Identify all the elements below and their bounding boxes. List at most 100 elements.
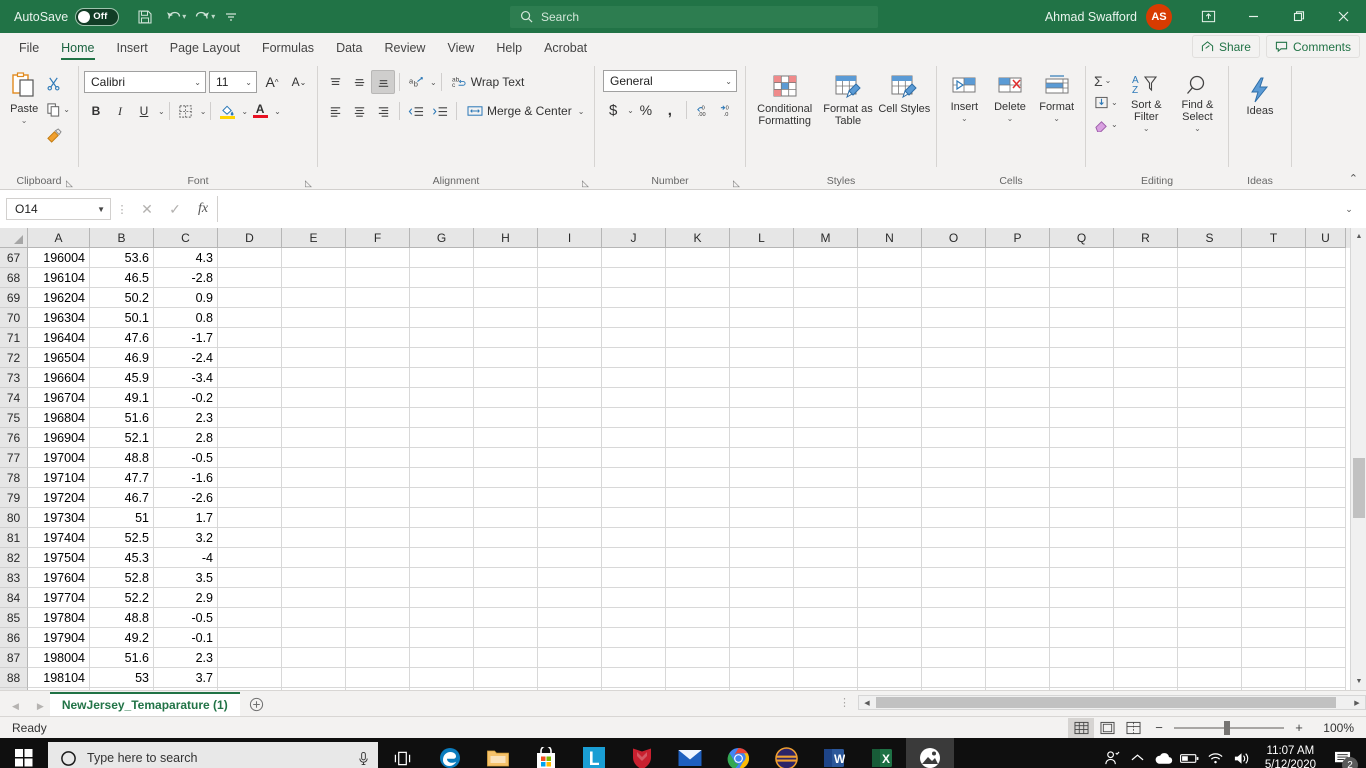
cell-L89[interactable] — [730, 688, 794, 690]
wifi-icon[interactable] — [1203, 738, 1229, 768]
column-header-a[interactable]: A — [28, 228, 90, 248]
cell-P85[interactable] — [986, 608, 1050, 628]
cell-J76[interactable] — [602, 428, 666, 448]
cell-M80[interactable] — [794, 508, 858, 528]
cell-R81[interactable] — [1114, 528, 1178, 548]
cell-A75[interactable]: 196804 — [28, 408, 90, 428]
cell-M73[interactable] — [794, 368, 858, 388]
cell-B80[interactable]: 51 — [90, 508, 154, 528]
cell-B82[interactable]: 45.3 — [90, 548, 154, 568]
cell-C71[interactable]: -1.7 — [154, 328, 218, 348]
cell-P70[interactable] — [986, 308, 1050, 328]
cell-S73[interactable] — [1178, 368, 1242, 388]
cell-D88[interactable] — [218, 668, 282, 688]
align-right-button[interactable] — [371, 99, 395, 123]
italic-button[interactable]: I — [108, 99, 132, 123]
cell-K71[interactable] — [666, 328, 730, 348]
restore-button[interactable] — [1276, 0, 1321, 33]
cell-I73[interactable] — [538, 368, 602, 388]
cell-K82[interactable] — [666, 548, 730, 568]
cell-G73[interactable] — [410, 368, 474, 388]
row-header-81[interactable]: 81 — [0, 528, 28, 548]
cell-R87[interactable] — [1114, 648, 1178, 668]
cell-E89[interactable] — [282, 688, 346, 690]
cell-A70[interactable]: 196304 — [28, 308, 90, 328]
tab-page-layout[interactable]: Page Layout — [159, 33, 251, 62]
taskbar-search-input[interactable]: Type here to search — [48, 742, 378, 768]
cell-H67[interactable] — [474, 248, 538, 268]
row-header-67[interactable]: 67 — [0, 248, 28, 268]
cell-O73[interactable] — [922, 368, 986, 388]
cell-G80[interactable] — [410, 508, 474, 528]
cell-H69[interactable] — [474, 288, 538, 308]
orientation-button[interactable]: ab — [404, 70, 428, 94]
cell-A74[interactable]: 196704 — [28, 388, 90, 408]
cell-K69[interactable] — [666, 288, 730, 308]
cell-T87[interactable] — [1242, 648, 1306, 668]
formula-input[interactable] — [217, 196, 1338, 222]
number-format-dropdown-icon[interactable]: ⌄ — [725, 77, 732, 86]
column-header-t[interactable]: T — [1242, 228, 1306, 248]
cell-D77[interactable] — [218, 448, 282, 468]
cell-E79[interactable] — [282, 488, 346, 508]
cell-Q81[interactable] — [1050, 528, 1114, 548]
cell-R68[interactable] — [1114, 268, 1178, 288]
cell-B69[interactable]: 50.2 — [90, 288, 154, 308]
cell-S69[interactable] — [1178, 288, 1242, 308]
cell-U88[interactable] — [1306, 668, 1346, 688]
cell-G70[interactable] — [410, 308, 474, 328]
cell-S76[interactable] — [1178, 428, 1242, 448]
cell-A89[interactable]: 198204 — [28, 688, 90, 690]
cell-Q77[interactable] — [1050, 448, 1114, 468]
cell-I77[interactable] — [538, 448, 602, 468]
tab-review[interactable]: Review — [373, 33, 436, 62]
cell-U67[interactable] — [1306, 248, 1346, 268]
cell-L79[interactable] — [730, 488, 794, 508]
cell-H74[interactable] — [474, 388, 538, 408]
cell-B75[interactable]: 51.6 — [90, 408, 154, 428]
cell-L68[interactable] — [730, 268, 794, 288]
row-header-85[interactable]: 85 — [0, 608, 28, 628]
taskbar-app-file-explorer[interactable] — [474, 738, 522, 768]
cell-P68[interactable] — [986, 268, 1050, 288]
cell-A73[interactable]: 196604 — [28, 368, 90, 388]
save-icon[interactable] — [131, 4, 159, 30]
paste-button[interactable]: Paste ⌄ — [5, 66, 43, 125]
row-header-89[interactable]: 89 — [0, 688, 28, 690]
cell-O77[interactable] — [922, 448, 986, 468]
cell-K70[interactable] — [666, 308, 730, 328]
cell-M68[interactable] — [794, 268, 858, 288]
cell-H68[interactable] — [474, 268, 538, 288]
cell-F81[interactable] — [346, 528, 410, 548]
cell-N84[interactable] — [858, 588, 922, 608]
autosave-switch[interactable]: Off — [75, 7, 120, 26]
cell-Q83[interactable] — [1050, 568, 1114, 588]
cell-G86[interactable] — [410, 628, 474, 648]
cell-G83[interactable] — [410, 568, 474, 588]
cell-R72[interactable] — [1114, 348, 1178, 368]
cell-B87[interactable]: 51.6 — [90, 648, 154, 668]
cell-B67[interactable]: 53.6 — [90, 248, 154, 268]
cell-N78[interactable] — [858, 468, 922, 488]
zoom-thumb[interactable] — [1224, 720, 1230, 735]
cell-A83[interactable]: 197604 — [28, 568, 90, 588]
middle-align-button[interactable] — [347, 70, 371, 94]
cell-U89[interactable] — [1306, 688, 1346, 690]
cell-B68[interactable]: 46.5 — [90, 268, 154, 288]
merge-center-button[interactable]: Merge & Center ⌄ — [461, 99, 587, 123]
cell-K86[interactable] — [666, 628, 730, 648]
cell-F78[interactable] — [346, 468, 410, 488]
cell-E70[interactable] — [282, 308, 346, 328]
cell-L77[interactable] — [730, 448, 794, 468]
font-color-button[interactable]: A — [248, 99, 272, 123]
cell-D75[interactable] — [218, 408, 282, 428]
cell-H83[interactable] — [474, 568, 538, 588]
cell-P79[interactable] — [986, 488, 1050, 508]
copy-dropdown-icon[interactable]: ⌄ — [63, 105, 70, 114]
cell-F88[interactable] — [346, 668, 410, 688]
cell-K68[interactable] — [666, 268, 730, 288]
cell-T74[interactable] — [1242, 388, 1306, 408]
column-header-e[interactable]: E — [282, 228, 346, 248]
cell-P82[interactable] — [986, 548, 1050, 568]
cell-Q72[interactable] — [1050, 348, 1114, 368]
